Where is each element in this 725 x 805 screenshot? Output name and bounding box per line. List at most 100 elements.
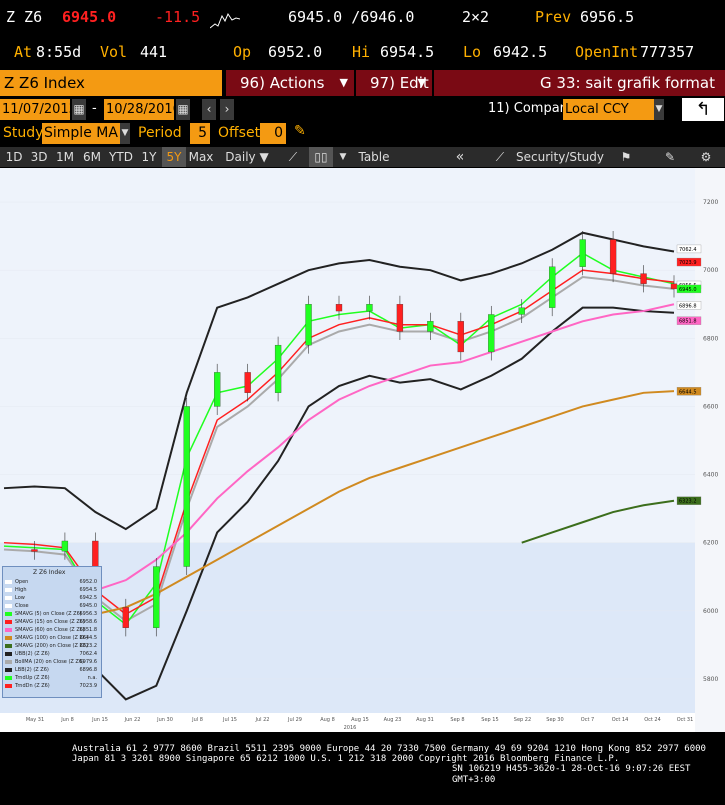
x-tick-label: Jun 30 — [156, 717, 173, 723]
legend-value: 6851.8 — [79, 627, 98, 633]
x-tick-label: Aug 23 — [384, 717, 402, 723]
legend-swatch — [5, 603, 12, 608]
study-dropdown[interactable]: Simple MA — [42, 123, 120, 144]
chevron-right-icon[interactable]: › — [220, 99, 234, 120]
legend-name: Open — [15, 579, 29, 585]
range-button-max[interactable]: Max — [187, 147, 215, 167]
legend-row: High 6954.5 — [5, 587, 99, 594]
x-tick-label: Jun 15 — [91, 717, 108, 723]
y-tick-label: 6200 — [703, 540, 718, 547]
x-tick-label: Jun 22 — [124, 717, 141, 723]
net-change: -11.5 — [155, 8, 201, 26]
edit-menu[interactable]: 97) Edit ▼ — [356, 70, 432, 96]
compare-dropdown[interactable]: Local CCY — [563, 99, 659, 120]
x-tick-label: May 31 — [26, 717, 44, 723]
edit-chart-icon[interactable]: ✎ — [660, 147, 680, 167]
x-tick-label: Oct 24 — [644, 717, 661, 723]
legend-row: SMAVG (15) on Close (Z Z6) 6958.6 — [5, 619, 99, 626]
flag-icon[interactable]: ⚑ — [616, 147, 636, 167]
legend-swatch — [5, 611, 12, 616]
candle-body — [518, 307, 525, 315]
candle-chart-icon[interactable]: ▯▯ — [309, 147, 333, 167]
legend-row: BollMA (20) on Close (Z Z6) 6979.6 — [5, 659, 99, 666]
collapse-icon[interactable]: « — [448, 147, 472, 167]
chevron-down-icon[interactable]: ▼ — [654, 99, 664, 120]
candle-body — [214, 372, 221, 407]
candle-body — [488, 314, 495, 353]
calendar-icon[interactable]: ▦ — [176, 99, 190, 120]
range-button-1m[interactable]: 1M — [52, 147, 78, 167]
y-tick-label: 7000 — [703, 267, 718, 274]
candle-body — [335, 304, 343, 312]
footer-line-3: SN 106219 H455-3620-1 28-Oct-16 9:07:26 … — [452, 764, 691, 785]
security-study-icon[interactable]: ⟋ — [490, 147, 510, 167]
offset-input[interactable]: 0 — [260, 123, 286, 144]
chevron-down-icon[interactable]: ▼ — [337, 147, 349, 167]
quote-line-1: Z Z6 6945.0 -11.5 6945.0 /6946.0 2×2 Pre… — [0, 0, 725, 34]
period-input[interactable]: 5 — [190, 123, 210, 144]
legend-row: Close 6945.0 — [5, 603, 99, 610]
legend-name: TrndUp (Z Z6) — [15, 675, 50, 681]
x-tick-label: Sep 30 — [546, 717, 563, 723]
back-arrow-icon[interactable]: ↰ — [682, 98, 724, 121]
offset-label: Offset — [218, 125, 261, 141]
chevron-down-icon: ▼ — [339, 76, 348, 89]
candle-body — [640, 273, 647, 284]
chevron-left-icon[interactable]: ‹ — [202, 99, 216, 120]
low-value: 6942.5 — [493, 43, 548, 61]
range-button-1d[interactable]: 1D — [2, 147, 26, 167]
range-button-6m[interactable]: 6M — [79, 147, 105, 167]
last-price: 6945.0 — [62, 8, 117, 26]
chart-canvas[interactable]: 5800 6000 6200 6400 6600 6800 7000 7200 May 31 Ju… — [0, 168, 725, 732]
price-tag-label: 6945.0 — [679, 287, 697, 293]
legend-value: 6979.6 — [79, 659, 98, 665]
security-field[interactable]: Z Z6 Index — [0, 70, 222, 96]
candle-body — [427, 321, 434, 332]
range-button-5y[interactable]: 5Y — [162, 147, 186, 167]
security-study-button[interactable]: Security/Study — [514, 147, 606, 167]
frequency-dropdown[interactable]: Daily ▼ — [222, 147, 272, 167]
legend-swatch — [5, 675, 12, 680]
x-tick-label: Oct 7 — [581, 717, 594, 723]
legend-name: SMAVG (60) on Close (Z Z6) — [15, 627, 85, 633]
chart-toolbar: 1D 3D 1M 6M YTD 1Y 5Y Max Daily ▼ ⟋ ▯▯ ▼ Table … — [0, 147, 725, 167]
study-label: Study — [3, 125, 44, 141]
candle-body — [31, 549, 38, 552]
chart-template[interactable]: G 33: sait grafik format — [434, 70, 725, 96]
start-date-input[interactable]: 11/07/2013 — [0, 99, 77, 120]
title-bar: Z Z6 Index 96) Actions ▼ 97) Edit ▼ G 33… — [0, 70, 725, 96]
sparkline-icon — [209, 8, 241, 29]
candle-body — [366, 304, 373, 312]
pencil-icon[interactable]: ✎ — [294, 123, 306, 139]
high-value: 6954.5 — [380, 43, 435, 61]
price-tag-label: 6323.2 — [679, 499, 697, 505]
high-label: Hi — [352, 43, 371, 61]
range-button-1y[interactable]: 1Y — [137, 147, 161, 167]
calendar-icon[interactable]: ▦ — [72, 99, 86, 120]
candle-body — [305, 304, 312, 346]
price-chart[interactable]: 5800 6000 6200 6400 6600 6800 7000 7200 May 31 Ju… — [0, 168, 725, 732]
legend-value: 6954.5 — [79, 587, 98, 593]
legend-name: UBB(2) (Z Z6) — [15, 651, 50, 657]
range-button-3d[interactable]: 3D — [27, 147, 51, 167]
end-date-input[interactable]: 10/28/2016 — [104, 99, 181, 120]
legend-swatch — [5, 635, 12, 640]
gear-icon[interactable]: ⚙ — [696, 147, 716, 167]
range-button-ytd[interactable]: YTD — [106, 147, 136, 167]
table-button[interactable]: Table — [356, 147, 392, 167]
candle-body — [122, 607, 129, 628]
legend-name: SMAVG (100) on Close (Z Z6) — [15, 635, 89, 641]
legend-value: 6323.2 — [79, 643, 98, 649]
y-tick-label: 6000 — [703, 608, 718, 615]
legend-value: n.a. — [87, 675, 97, 681]
candle-body — [61, 540, 69, 552]
candle-body — [670, 283, 678, 290]
y-tick-label: 6600 — [703, 403, 718, 410]
actions-menu[interactable]: 96) Actions ▼ — [226, 70, 354, 96]
y-tick-label: 7200 — [703, 199, 718, 206]
x-tick-label: Jul 22 — [255, 717, 270, 723]
frequency-label: Daily — [225, 150, 256, 164]
line-chart-icon[interactable]: ⟋ — [282, 147, 304, 167]
chevron-down-icon[interactable]: ▼ — [120, 123, 130, 144]
legend-value: 6952.0 — [79, 579, 98, 585]
